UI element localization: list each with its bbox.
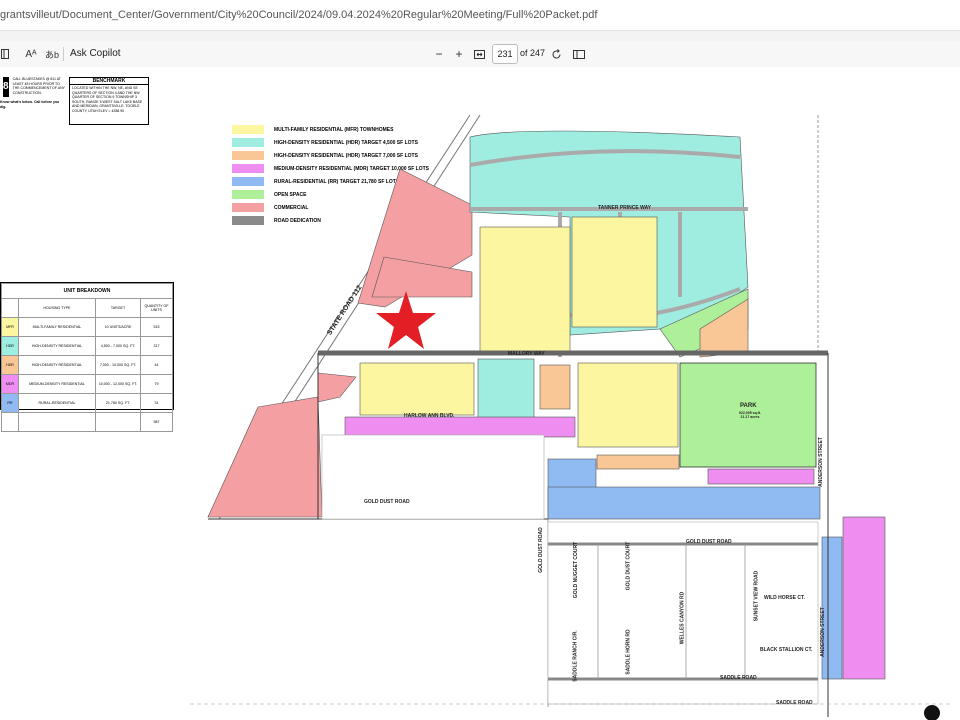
hdr-4500-area bbox=[477, 358, 535, 422]
fit-page-icon[interactable] bbox=[472, 45, 486, 63]
saddle-road-label: SADDLE ROAD bbox=[776, 700, 813, 706]
page-number-input[interactable] bbox=[492, 44, 518, 64]
sunset-view-label: SUNSET VIEW ROAD bbox=[753, 570, 760, 622]
future-lots bbox=[321, 434, 545, 520]
saddle-horn-label: SADDLE HORN RD bbox=[625, 629, 632, 675]
gold-dust-court-label: GOLD DUST COURT bbox=[625, 541, 632, 591]
toolbar-divider bbox=[63, 47, 64, 61]
welles-canyon-label: WELLES CANYON RD bbox=[679, 591, 686, 645]
park-area-label: 922,095 sq.ft. 21.17 acres bbox=[739, 411, 761, 419]
page-view-icon[interactable] bbox=[572, 45, 586, 63]
commercial-parcel bbox=[207, 396, 323, 518]
url-text[interactable]: grantsvilleut/Document_Center/Government… bbox=[0, 9, 597, 21]
harlow-label: HARLOW ANN BLVD. bbox=[404, 413, 455, 419]
gold-dust-road-label: GOLD DUST ROAD bbox=[364, 499, 410, 505]
saddle-ranch-label: SADDLE RANCH CIR. bbox=[572, 630, 579, 682]
translate-icon[interactable]: あb bbox=[43, 45, 61, 63]
pdf-toolbar: Aᴬ あb Ask Copilot − + of 247 bbox=[0, 41, 960, 68]
hdr-7000-area bbox=[539, 364, 571, 410]
address-bar[interactable]: grantsvilleut/Document_Center/Government… bbox=[0, 0, 960, 31]
gold-dust-road-vert-label: GOLD DUST ROAD bbox=[537, 527, 544, 573]
mfr-area bbox=[359, 362, 475, 416]
zoom-out-button[interactable]: − bbox=[432, 45, 446, 63]
mallory-way-label: MALLORY WAY bbox=[508, 351, 545, 357]
north-arrow-icon bbox=[924, 705, 940, 720]
mfr-area bbox=[571, 216, 658, 328]
park-label: PARK bbox=[740, 403, 757, 409]
mdr-area bbox=[842, 516, 886, 680]
anderson-street-label: ANDERSON STREET bbox=[817, 437, 824, 487]
page-total-label: of 247 bbox=[520, 48, 546, 58]
gold-dust-road-label: GOLD DUST ROAD bbox=[686, 539, 732, 545]
gold-nugget-label: GOLD NUGGET COURT bbox=[573, 541, 580, 599]
saddle-road-label: SADDLE ROAD bbox=[720, 675, 757, 681]
ask-copilot-button[interactable]: Ask Copilot bbox=[70, 48, 121, 59]
mdr-area bbox=[707, 468, 815, 485]
zoom-in-button[interactable]: + bbox=[452, 45, 466, 63]
rr-area bbox=[547, 486, 821, 520]
anderson-street-label: ANDERSON STREET bbox=[819, 607, 826, 657]
mdr-area bbox=[344, 416, 576, 438]
sidebar-toggle-icon[interactable] bbox=[0, 45, 10, 63]
site-plan bbox=[190, 114, 950, 720]
pdf-page: 8 CALL BLUESTAKES @ 811 AT LEAST 48 HOUR… bbox=[0, 67, 960, 720]
mfr-area bbox=[479, 226, 571, 353]
read-aloud-icon[interactable]: Aᴬ bbox=[22, 45, 40, 63]
wild-horse-label: WILD HORSE CT. bbox=[764, 595, 805, 601]
black-stallion-label: BLACK STALLION CT. bbox=[760, 647, 813, 653]
hdr-7000-area bbox=[596, 454, 680, 470]
mfr-area bbox=[577, 362, 679, 448]
rotate-icon[interactable] bbox=[549, 45, 563, 63]
commercial-parcel bbox=[317, 372, 357, 403]
tanner-prince-label: TANNER PRINCE WAY bbox=[598, 205, 652, 211]
